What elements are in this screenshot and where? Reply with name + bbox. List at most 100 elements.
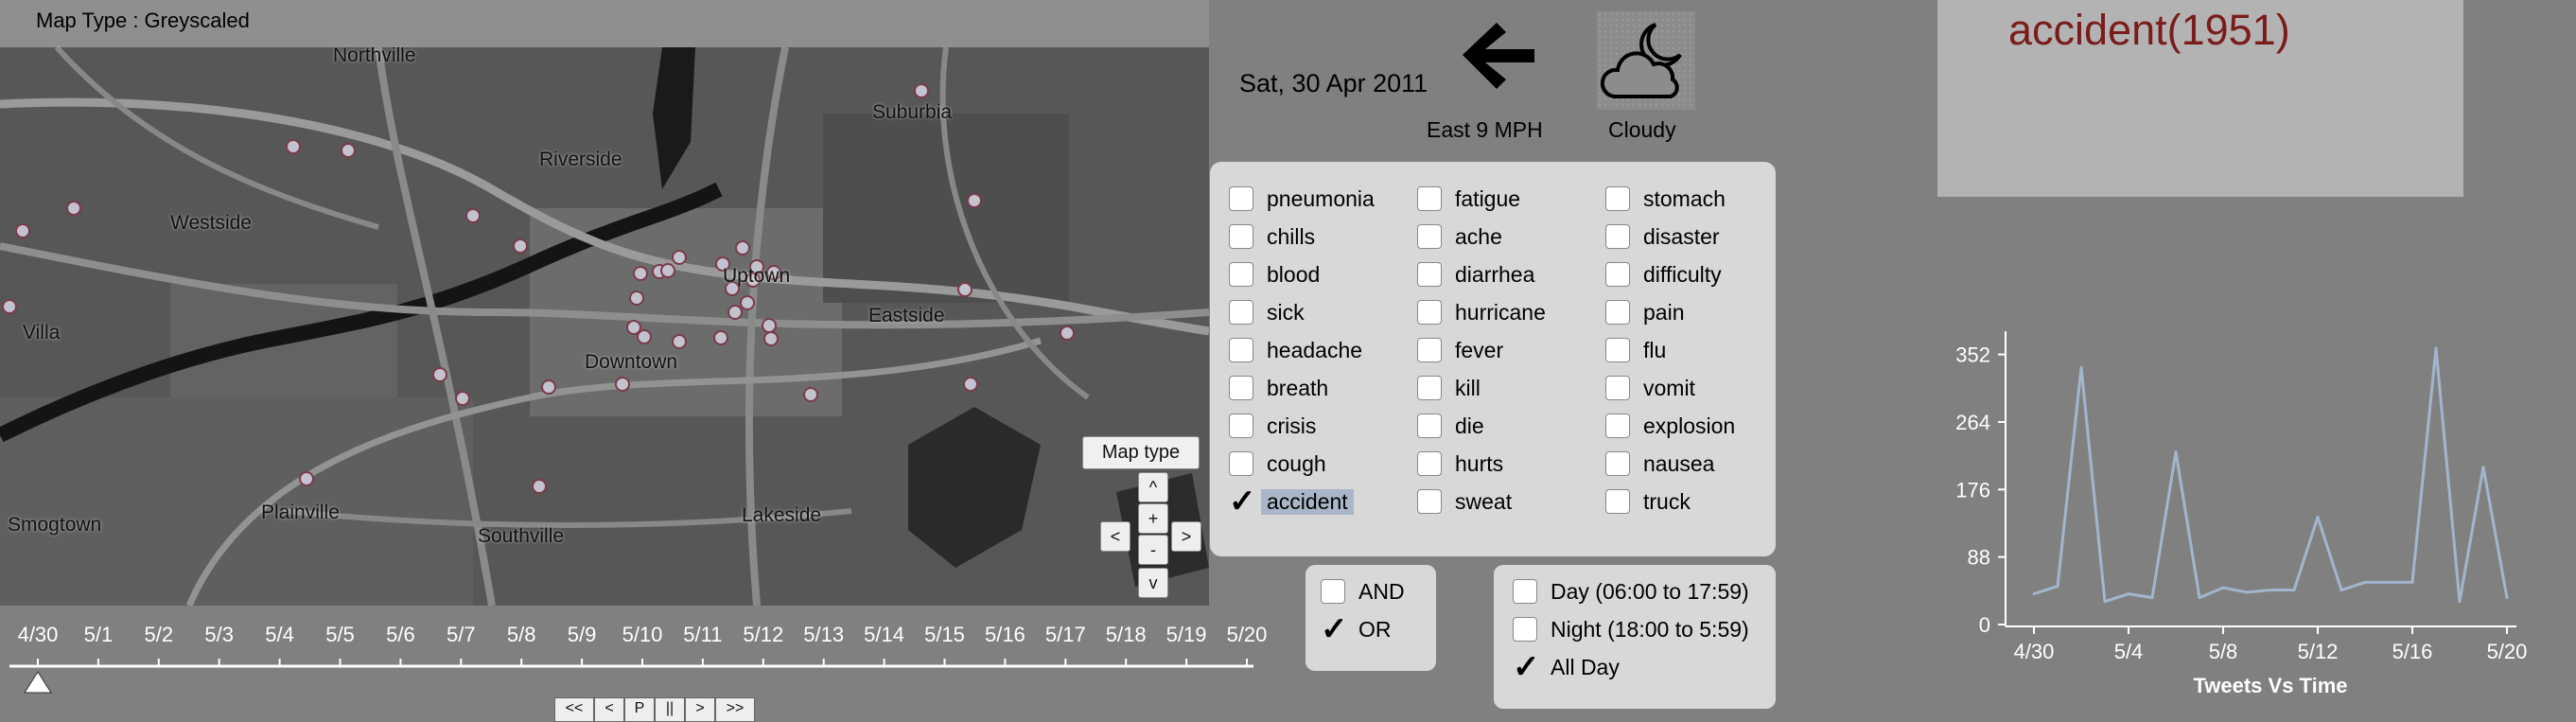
data-point <box>2198 596 2201 600</box>
and-option[interactable]: AND <box>1321 576 1405 607</box>
keyword-label: pneumonia <box>1267 185 1375 211</box>
first-button[interactable]: << <box>554 697 594 722</box>
keyword-label: fatigue <box>1455 185 1521 211</box>
last-button[interactable]: >> <box>715 697 755 722</box>
timeline-tick-label: 5/12 <box>743 623 784 646</box>
keyword-option-pain[interactable]: pain <box>1605 297 1684 327</box>
keyword-option-ache[interactable]: ache <box>1417 221 1502 252</box>
keyword-label: hurricane <box>1455 299 1546 325</box>
map-type-button[interactable]: Map type <box>1082 436 1200 469</box>
timeline-slider-handle <box>24 671 52 694</box>
keyword-checkbox[interactable] <box>1605 300 1630 325</box>
keyword-option-hurricane[interactable]: hurricane <box>1417 297 1546 327</box>
keyword-option-blood[interactable]: blood <box>1229 259 1320 290</box>
keyword-label: flu <box>1643 337 1667 362</box>
keyword-checkbox[interactable] <box>1229 376 1253 400</box>
y-tick-label: 88 <box>1968 546 1990 570</box>
data-point <box>2363 580 2367 584</box>
city-map[interactable]: Map Type : Greyscaled Northville Suburbi… <box>0 0 1209 606</box>
keyword-label: die <box>1455 413 1484 438</box>
or-checkbox[interactable]: ✓ <box>1321 613 1348 645</box>
keyword-option-chills[interactable]: chills <box>1229 221 1315 252</box>
keyword-checkbox[interactable] <box>1605 224 1630 249</box>
y-tick-label: 264 <box>1955 411 1990 434</box>
keyword-option-explosion[interactable]: explosion <box>1605 411 1735 441</box>
keyword-checkbox[interactable] <box>1417 376 1442 400</box>
keyword-checkbox[interactable] <box>1417 414 1442 438</box>
pause-button[interactable]: || <box>655 697 685 722</box>
keyword-checkbox[interactable] <box>1417 186 1442 211</box>
keyword-checkbox[interactable] <box>1417 224 1442 249</box>
keyword-option-nausea[interactable]: nausea <box>1605 449 1714 479</box>
keyword-label: difficulty <box>1643 261 1722 287</box>
keyword-option-diarrhea[interactable]: diarrhea <box>1417 259 1534 290</box>
keyword-option-headache[interactable]: headache <box>1229 335 1362 365</box>
keyword-option-fatigue[interactable]: fatigue <box>1417 184 1520 214</box>
keyword-option-cough[interactable]: cough <box>1229 449 1326 479</box>
keyword-option-disaster[interactable]: disaster <box>1605 221 1720 252</box>
keyword-option-fever[interactable]: fever <box>1417 335 1503 365</box>
keyword-checkbox[interactable] <box>1229 414 1253 438</box>
keyword-checkbox[interactable] <box>1229 300 1253 325</box>
keyword-option-crisis[interactable]: crisis <box>1229 411 1316 441</box>
zoom-in-button[interactable]: + <box>1138 503 1168 534</box>
keyword-checkbox[interactable] <box>1229 224 1253 249</box>
or-option[interactable]: ✓ OR <box>1321 613 1392 645</box>
cloud-moon-icon <box>1597 11 1695 110</box>
keyword-checkbox[interactable] <box>1229 262 1253 287</box>
keyword-checkbox[interactable] <box>1417 338 1442 362</box>
all-day-checkbox[interactable]: ✓ <box>1513 651 1540 683</box>
pan-left-button[interactable]: < <box>1100 521 1130 552</box>
keyword-checkbox[interactable] <box>1605 376 1630 400</box>
keyword-checkbox[interactable] <box>1417 451 1442 476</box>
day-checkbox[interactable] <box>1513 579 1537 604</box>
keyword-checkbox[interactable] <box>1605 451 1630 476</box>
keyword-checkbox[interactable] <box>1229 338 1253 362</box>
zoom-out-button[interactable]: - <box>1138 535 1168 565</box>
keyword-checkbox[interactable] <box>1605 338 1630 362</box>
timeline-tick-label: 5/6 <box>386 623 415 646</box>
timeline-tick-label: 5/16 <box>984 623 1025 646</box>
keyword-option-flu[interactable]: flu <box>1605 335 1666 365</box>
all-day-option[interactable]: ✓ All Day <box>1513 651 1620 683</box>
keyword-option-difficulty[interactable]: difficulty <box>1605 259 1722 290</box>
keyword-checkbox[interactable] <box>1605 262 1630 287</box>
keyword-option-kill[interactable]: kill <box>1417 373 1481 403</box>
next-button[interactable]: > <box>685 697 715 722</box>
place-label: Westside <box>170 212 252 234</box>
keyword-option-truck[interactable]: truck <box>1605 486 1691 517</box>
pan-right-button[interactable]: > <box>1171 521 1201 552</box>
timeline-tick-label: 5/4 <box>265 623 294 646</box>
keyword-option-vomit[interactable]: vomit <box>1605 373 1695 403</box>
keyword-option-sick[interactable]: sick <box>1229 297 1305 327</box>
timeline-tick-label: 5/18 <box>1105 623 1147 646</box>
keyword-option-hurts[interactable]: hurts <box>1417 449 1503 479</box>
and-checkbox[interactable] <box>1321 579 1345 604</box>
keyword-checkbox[interactable] <box>1417 300 1442 325</box>
night-option[interactable]: Night (18:00 to 5:59) <box>1513 614 1749 644</box>
keyword-checkbox[interactable] <box>1605 489 1630 514</box>
keyword-option-die[interactable]: die <box>1417 411 1484 441</box>
keyword-checkbox[interactable] <box>1229 451 1253 476</box>
keyword-option-breath[interactable]: breath <box>1229 373 1328 403</box>
keyword-option-stomach[interactable]: stomach <box>1605 184 1726 214</box>
keyword-option-pneumonia[interactable]: pneumonia <box>1229 184 1375 214</box>
keyword-checkbox[interactable] <box>1605 414 1630 438</box>
keyword-option-sweat[interactable]: sweat <box>1417 486 1512 517</box>
keyword-checkbox[interactable] <box>1605 186 1630 211</box>
pan-down-button[interactable]: v <box>1138 568 1168 598</box>
keyword-checkbox[interactable] <box>1229 186 1253 211</box>
previous-button[interactable]: < <box>594 697 624 722</box>
keyword-checkbox[interactable]: ✓ <box>1229 485 1256 518</box>
keyword-option-accident[interactable]: ✓ accident <box>1229 485 1354 518</box>
timeline-tick-label: 5/17 <box>1044 623 1086 646</box>
place-label: Plainville <box>261 502 340 523</box>
keyword-checkbox[interactable] <box>1417 262 1442 287</box>
night-checkbox[interactable] <box>1513 617 1537 642</box>
keyword-checkbox[interactable] <box>1417 489 1442 514</box>
series-line <box>2033 346 2509 604</box>
pan-up-button[interactable]: ^ <box>1138 472 1168 502</box>
data-point <box>2458 600 2462 604</box>
day-option[interactable]: Day (06:00 to 17:59) <box>1513 576 1749 607</box>
play-button[interactable]: P <box>624 697 655 722</box>
